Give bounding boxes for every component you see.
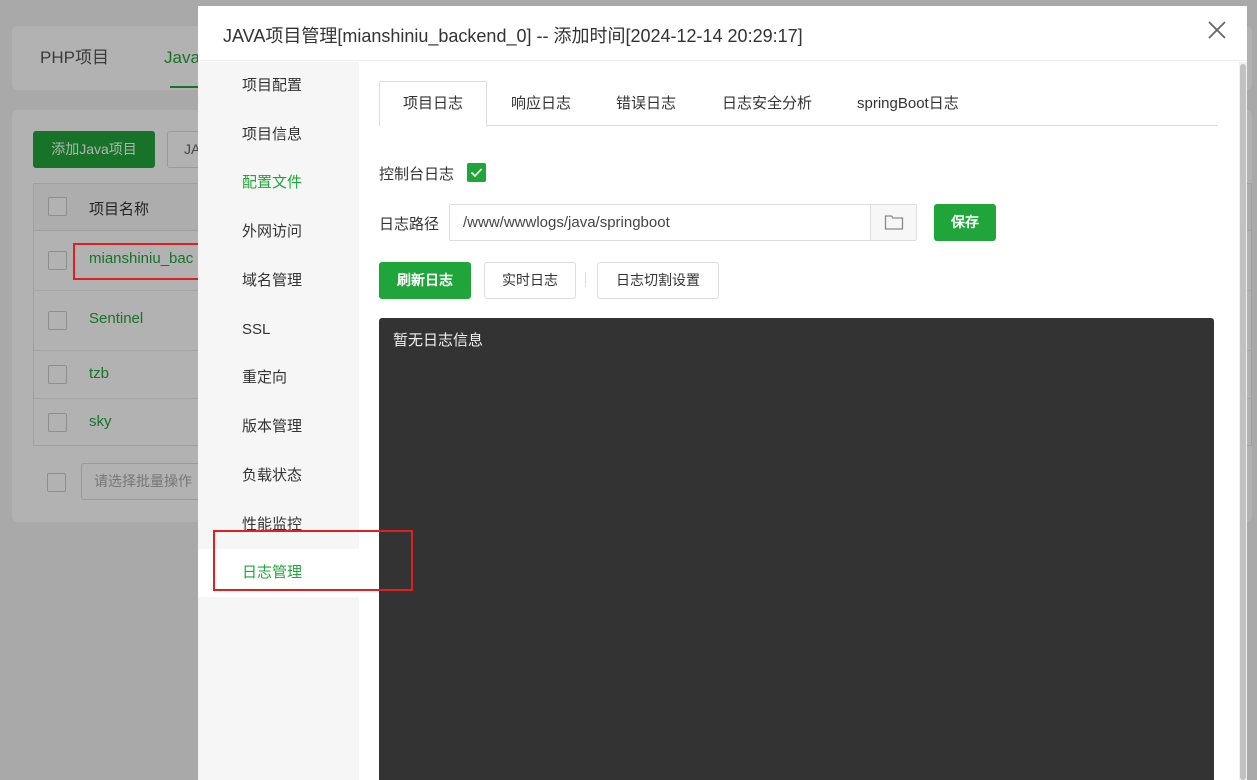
highlight-box-log-management [213,530,413,591]
log-output-panel[interactable]: 暂无日志信息 [379,318,1214,780]
refresh-log-button[interactable]: 刷新日志 [379,262,471,299]
log-path-label: 日志路径 [379,216,440,233]
sidebar-item-load-status[interactable]: 负载状态 [198,452,359,500]
sidebar-item-ssl[interactable]: SSL [198,306,359,354]
console-log-checkbox[interactable] [467,163,486,182]
browse-folder-button[interactable] [870,205,916,240]
sidebar-item-config-file[interactable]: 配置文件 [198,159,359,207]
java-project-management-dialog: JAVA项目管理[mianshiniu_backend_0] -- 添加时间[2… [198,6,1247,780]
save-button[interactable]: 保存 [934,204,996,241]
sidebar-item-redirect[interactable]: 重定向 [198,354,359,402]
checkmark-icon [470,168,483,178]
tab-project-log[interactable]: 项目日志 [379,81,488,127]
dialog-scrollbar[interactable] [1239,62,1247,780]
close-icon [1208,21,1226,39]
scrollbar-thumb[interactable] [1240,64,1246,780]
highlight-box-project-name [73,243,216,280]
realtime-log-button[interactable]: 实时日志 [484,262,576,299]
log-path-input[interactable] [450,205,870,240]
console-log-label: 控制台日志 [379,166,455,183]
dialog-main-panel: 项目日志 响应日志 错误日志 日志安全分析 springBoot日志 控制台日志… [359,62,1239,780]
close-button[interactable] [1205,18,1229,42]
folder-icon [884,215,904,230]
log-tabs: 项目日志 响应日志 错误日志 日志安全分析 springBoot日志 [379,81,1218,127]
tab-log-security-analysis[interactable]: 日志安全分析 [699,81,835,126]
tab-springboot-log[interactable]: springBoot日志 [834,81,982,126]
dialog-sidebar: 项目配置 项目信息 配置文件 外网访问 域名管理 SSL 重定向 版本管理 负载… [198,62,359,780]
sidebar-item-project-info[interactable]: 项目信息 [198,111,359,159]
log-empty-message: 暂无日志信息 [393,331,484,349]
sidebar-item-project-config[interactable]: 项目配置 [198,62,359,110]
sidebar-item-domain-management[interactable]: 域名管理 [198,257,359,305]
tab-error-log[interactable]: 错误日志 [593,81,699,126]
sidebar-item-version-management[interactable]: 版本管理 [198,403,359,451]
sidebar-item-external-access[interactable]: 外网访问 [198,208,359,256]
dialog-header: JAVA项目管理[mianshiniu_backend_0] -- 添加时间[2… [198,6,1247,61]
tab-response-log[interactable]: 响应日志 [488,81,594,126]
button-separator [585,272,586,287]
log-split-settings-button[interactable]: 日志切割设置 [597,262,719,299]
log-path-field [449,204,917,241]
dialog-title: JAVA项目管理[mianshiniu_backend_0] -- 添加时间[2… [223,26,803,46]
